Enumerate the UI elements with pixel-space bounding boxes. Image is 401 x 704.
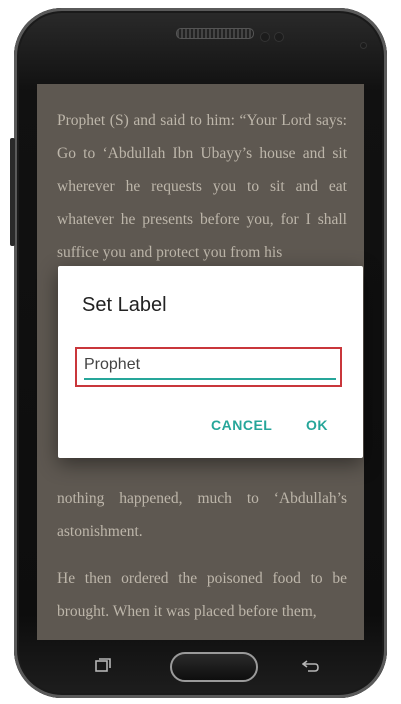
light-sensor [360,42,367,49]
ok-button[interactable]: OK [306,417,328,433]
cancel-button[interactable]: CANCEL [211,417,272,433]
recents-icon[interactable] [95,657,111,678]
set-label-dialog: Set Label CANCEL OK [58,266,363,458]
reader-paragraph-bottom: He then ordered the poisoned food to be … [57,570,347,620]
dialog-title: Set Label [82,294,167,316]
front-camera [260,32,270,42]
proximity-sensor [274,32,284,42]
reader-paragraph-middle: nothing happened, much to ‘Abdullah’s as… [57,490,347,540]
back-icon[interactable] [301,659,320,678]
home-button[interactable] [170,652,258,682]
reader-paragraph-top: Prophet (S) and said to him: “Your Lord … [57,112,347,261]
side-button [10,138,15,246]
speaker-grille [176,28,254,39]
label-input[interactable] [84,352,336,380]
